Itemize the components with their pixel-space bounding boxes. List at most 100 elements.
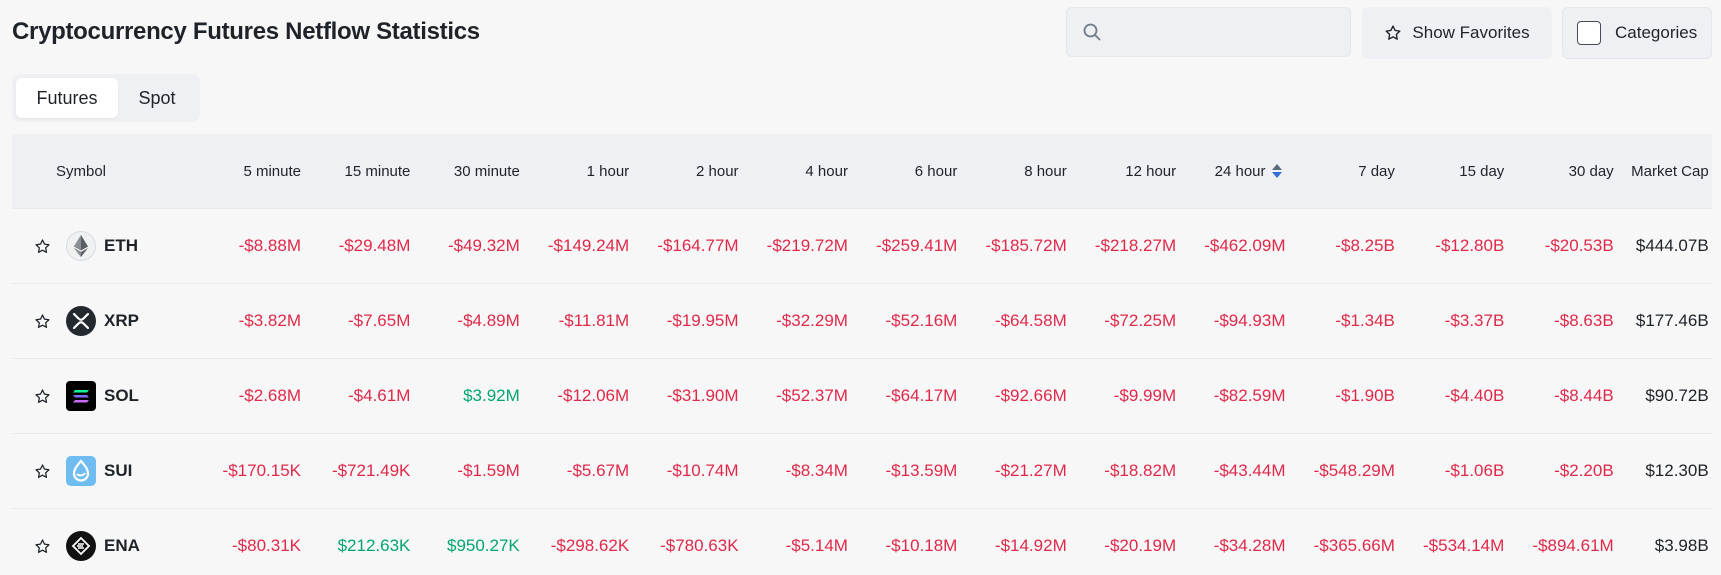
netflow-value: -$721.49K bbox=[331, 461, 411, 480]
column-header-market-cap[interactable]: Market Cap bbox=[1614, 163, 1711, 180]
column-header-6-hour[interactable]: 6 hour bbox=[848, 163, 958, 180]
favorite-star-icon[interactable] bbox=[32, 461, 52, 481]
sort-icon[interactable] bbox=[1271, 164, 1282, 178]
netflow-value: -$8.88M bbox=[238, 236, 301, 255]
table-header: Symbol 5 minute 15 minute 30 minute 1 hour 2 … bbox=[12, 134, 1712, 209]
netflow-value: -$219.72M bbox=[766, 236, 848, 255]
netflow-value: -$170.15K bbox=[222, 461, 301, 480]
column-header-label: 5 minute bbox=[243, 162, 301, 180]
netflow-value: -$2.20B bbox=[1554, 461, 1614, 480]
favorite-star-icon[interactable] bbox=[32, 386, 52, 406]
table-row[interactable]: ETH -$8.88M -$29.48M -$49.32M -$149.24M -$164… bbox=[12, 209, 1712, 284]
column-header-24-hour[interactable]: 24 hour bbox=[1176, 163, 1285, 180]
column-header-2-hour[interactable]: 2 hour bbox=[629, 163, 739, 180]
favorite-star-icon[interactable] bbox=[32, 236, 52, 256]
netflow-value: -$8.63B bbox=[1554, 311, 1614, 330]
netflow-value: -$1.59M bbox=[457, 461, 520, 480]
favorite-star-icon[interactable] bbox=[32, 536, 52, 556]
netflow-value: $950.27K bbox=[446, 536, 520, 555]
netflow-value: -$780.63K bbox=[660, 536, 739, 555]
netflow-value: -$218.27M bbox=[1094, 236, 1177, 255]
column-header-label: Market Cap bbox=[1631, 162, 1709, 180]
column-header-label: 24 hour bbox=[1214, 162, 1266, 180]
column-header-8-hour[interactable]: 8 hour bbox=[957, 162, 1067, 180]
table-row[interactable]: ENA -$80.31K $212.63K $950.27K -$298.62K -$78… bbox=[12, 509, 1712, 575]
netflow-value: -$462.09M bbox=[1204, 236, 1286, 255]
column-header-5-minute[interactable]: 5 minute bbox=[192, 163, 301, 180]
netflow-value: -$4.40B bbox=[1444, 386, 1505, 405]
netflow-value: -$20.19M bbox=[1104, 536, 1177, 555]
netflow-value: -$82.59M bbox=[1213, 386, 1286, 405]
netflow-value: -$1.90B bbox=[1335, 386, 1395, 405]
netflow-value: -$12.80B bbox=[1435, 236, 1505, 255]
sui-icon bbox=[66, 456, 96, 486]
coin-symbol[interactable]: ENA bbox=[104, 536, 140, 556]
netflow-value: -$92.66M bbox=[994, 386, 1067, 405]
coin-symbol[interactable]: ETH bbox=[104, 236, 138, 256]
table-body: ETH -$8.88M -$29.48M -$49.32M -$149.24M -$164… bbox=[12, 209, 1712, 575]
column-header-symbol[interactable]: Symbol bbox=[12, 163, 192, 180]
netflow-value: -$1.06B bbox=[1444, 461, 1505, 480]
market-cap-value: $3.98B bbox=[1654, 536, 1709, 555]
categories-checkbox[interactable] bbox=[1577, 21, 1601, 45]
netflow-table: Symbol 5 minute 15 minute 30 minute 1 hour 2 … bbox=[12, 134, 1712, 575]
column-header-label: 8 hour bbox=[1024, 162, 1067, 180]
coin-symbol[interactable]: XRP bbox=[104, 311, 139, 331]
column-header-15-day[interactable]: 15 day bbox=[1395, 163, 1504, 180]
market-cap-value: $444.07B bbox=[1635, 236, 1709, 255]
symbol-cell: SOL bbox=[12, 381, 192, 411]
column-header-label: 7 day bbox=[1358, 162, 1395, 180]
column-header-4-hour[interactable]: 4 hour bbox=[739, 163, 848, 180]
page-title: Cryptocurrency Futures Netflow Statistic… bbox=[12, 18, 480, 45]
table-row[interactable]: SUI -$170.15K -$721.49K -$1.59M -$5.67M -$10.… bbox=[12, 434, 1712, 509]
table-row[interactable]: SOL -$2.68M -$4.61M $3.92M -$12.06M -$31.90M -… bbox=[12, 359, 1712, 434]
column-header-30-minute[interactable]: 30 minute bbox=[410, 162, 520, 180]
netflow-value: -$52.16M bbox=[885, 311, 958, 330]
categories-button[interactable]: Categories bbox=[1562, 7, 1712, 59]
netflow-value: -$2.68M bbox=[238, 386, 301, 405]
column-header-label: 30 day bbox=[1568, 162, 1614, 180]
market-type-tabs: Futures Spot bbox=[12, 74, 200, 122]
column-header-7-day[interactable]: 7 day bbox=[1286, 163, 1395, 180]
tab-futures[interactable]: Futures bbox=[16, 78, 118, 118]
netflow-value: -$19.95M bbox=[666, 311, 739, 330]
netflow-value: -$365.66M bbox=[1313, 536, 1395, 555]
netflow-value: -$49.32M bbox=[447, 236, 520, 255]
netflow-value: -$3.37B bbox=[1444, 311, 1505, 330]
netflow-value: -$34.28M bbox=[1213, 536, 1286, 555]
coin-symbol[interactable]: SUI bbox=[104, 461, 132, 481]
netflow-value: -$8.34M bbox=[785, 461, 848, 480]
netflow-value: -$164.77M bbox=[657, 236, 739, 255]
column-header-label: 12 hour bbox=[1125, 162, 1177, 180]
column-header-label: 15 day bbox=[1459, 162, 1505, 180]
symbol-cell: ENA bbox=[12, 531, 192, 561]
table-row[interactable]: XRP -$3.82M -$7.65M -$4.89M -$11.81M -$19.95M… bbox=[12, 284, 1712, 359]
netflow-value: -$32.29M bbox=[776, 311, 848, 330]
star-outline-icon bbox=[1385, 25, 1401, 40]
search-box[interactable] bbox=[1066, 7, 1351, 57]
netflow-value: -$80.31K bbox=[232, 536, 301, 555]
xrp-icon bbox=[66, 306, 96, 336]
netflow-value: -$548.29M bbox=[1313, 461, 1395, 480]
column-header-label: 15 minute bbox=[344, 162, 411, 180]
search-icon bbox=[1083, 23, 1101, 41]
column-header-label: 30 minute bbox=[453, 162, 520, 180]
column-header-1-hour[interactable]: 1 hour bbox=[520, 162, 630, 180]
favorite-star-icon[interactable] bbox=[32, 311, 52, 331]
symbol-cell: ETH bbox=[12, 231, 192, 261]
column-header-30-day[interactable]: 30 day bbox=[1504, 162, 1614, 180]
netflow-value: -$11.81M bbox=[558, 311, 630, 330]
search-input[interactable] bbox=[1111, 16, 1341, 48]
netflow-value: -$14.92M bbox=[994, 536, 1067, 555]
show-favorites-button[interactable]: Show Favorites bbox=[1362, 7, 1552, 59]
column-header-label: 1 hour bbox=[586, 162, 630, 180]
column-header-12-hour[interactable]: 12 hour bbox=[1067, 163, 1176, 180]
netflow-value: -$8.44B bbox=[1554, 386, 1614, 405]
column-header-15-minute[interactable]: 15 minute bbox=[301, 162, 411, 180]
symbol-cell: XRP bbox=[12, 306, 192, 336]
show-favorites-label: Show Favorites bbox=[1412, 23, 1530, 42]
netflow-value: -$1.34B bbox=[1335, 311, 1395, 330]
coin-symbol[interactable]: SOL bbox=[104, 386, 139, 406]
netflow-value: -$4.89M bbox=[457, 311, 520, 330]
tab-spot[interactable]: Spot bbox=[118, 78, 196, 118]
